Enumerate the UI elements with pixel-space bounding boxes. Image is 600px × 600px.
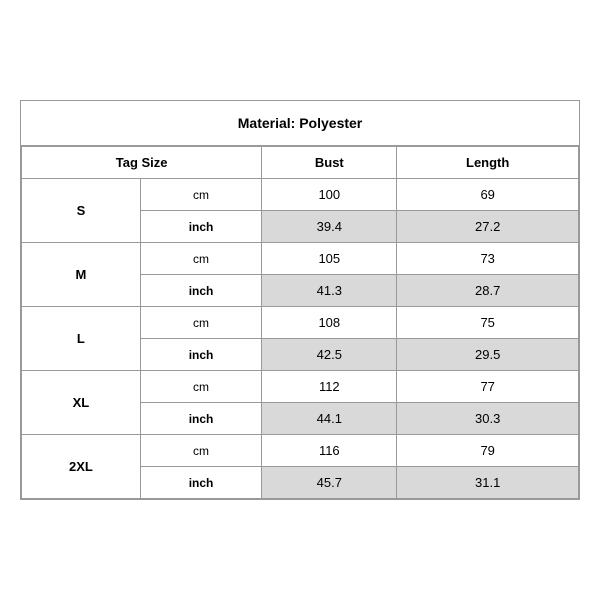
unit-cm-cell: cm [140,243,261,275]
unit-cm-cell: cm [140,371,261,403]
table-row: XLcm11277 [22,371,579,403]
tag-size-cell: S [22,179,141,243]
length-cm-value: 77 [397,371,579,403]
bust-inch-value: 39.4 [262,211,397,243]
table-title: Material: Polyester [21,101,579,146]
bust-inch-value: 42.5 [262,339,397,371]
length-inch-value: 31.1 [397,467,579,499]
length-cm-value: 75 [397,307,579,339]
bust-header: Bust [262,147,397,179]
unit-cm-cell: cm [140,435,261,467]
length-inch-value: 29.5 [397,339,579,371]
length-inch-value: 28.7 [397,275,579,307]
title-text: Material: Polyester [238,115,363,131]
unit-cm-cell: cm [140,307,261,339]
length-inch-value: 30.3 [397,403,579,435]
table-row: Lcm10875 [22,307,579,339]
bust-inch-value: 45.7 [262,467,397,499]
unit-inch-cell: inch [140,275,261,307]
tag-size-cell: XL [22,371,141,435]
bust-cm-value: 105 [262,243,397,275]
bust-cm-value: 108 [262,307,397,339]
length-inch-value: 27.2 [397,211,579,243]
size-chart: Material: Polyester Tag Size Bust Length… [20,100,580,500]
table-row: Mcm10573 [22,243,579,275]
unit-inch-cell: inch [140,211,261,243]
unit-inch-cell: inch [140,403,261,435]
tag-size-cell: M [22,243,141,307]
bust-inch-value: 44.1 [262,403,397,435]
bust-cm-value: 112 [262,371,397,403]
table-row: 2XLcm11679 [22,435,579,467]
size-table: Tag Size Bust Length Scm10069inch39.427.… [21,146,579,499]
length-header: Length [397,147,579,179]
table-row: Scm10069 [22,179,579,211]
tag-size-cell: L [22,307,141,371]
unit-cm-cell: cm [140,179,261,211]
bust-inch-value: 41.3 [262,275,397,307]
unit-inch-cell: inch [140,339,261,371]
length-cm-value: 79 [397,435,579,467]
length-cm-value: 73 [397,243,579,275]
tag-size-cell: 2XL [22,435,141,499]
length-cm-value: 69 [397,179,579,211]
bust-cm-value: 116 [262,435,397,467]
tag-size-header: Tag Size [22,147,262,179]
unit-inch-cell: inch [140,467,261,499]
bust-cm-value: 100 [262,179,397,211]
